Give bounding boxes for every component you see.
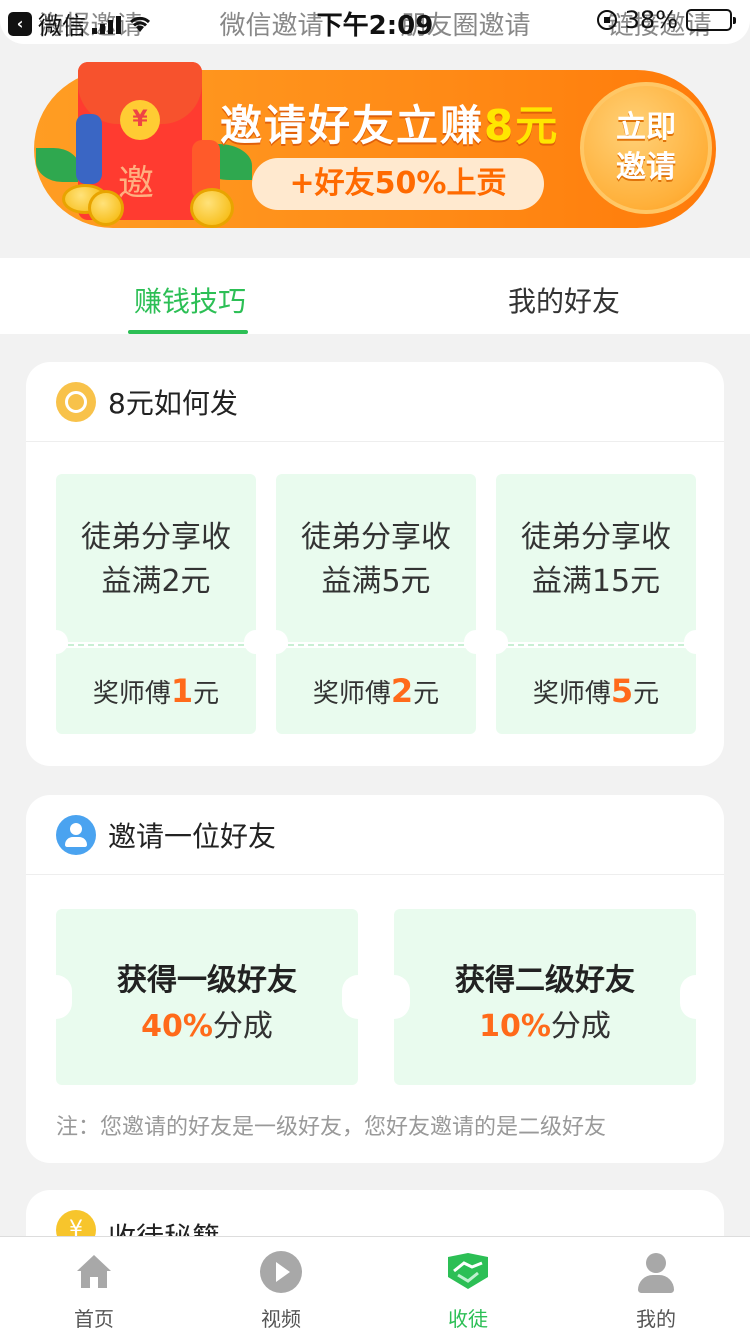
user-icon (634, 1251, 678, 1295)
ticket-condition: 徒弟分享收 益满5元 (276, 516, 476, 604)
invite-note: 注：您邀请的好友是一级好友，您好友邀请的是二级好友 (56, 1115, 607, 1140)
invite-banner[interactable]: ¥ 邀 邀请好友立赚8元 +好友50%上贡 立即 邀请 (30, 62, 718, 234)
reward-amount: 1 (170, 672, 194, 710)
ticket-divider (288, 644, 464, 646)
ticket-condition-line1: 徒弟分享收 (521, 520, 671, 555)
payout-ticket: 徒弟分享收 益满2元 奖师傅1元 (44, 474, 268, 734)
ticket-condition-line1: 徒弟分享收 (81, 520, 231, 555)
invite-now-line1: 立即 (616, 110, 676, 145)
banner-title: 邀请好友立赚8元 (220, 92, 559, 153)
tab-my-friends[interactable]: 我的好友 (508, 280, 620, 320)
tab-earning-tips[interactable]: 赚钱技巧 (134, 280, 246, 320)
card-header: 邀请一位好友 (26, 795, 724, 875)
person-illustration (76, 114, 102, 184)
ticket-reward: 奖师傅5元 (496, 672, 696, 710)
nav-home[interactable]: 首页 (34, 1251, 154, 1332)
card-title: 邀请一位好友 (108, 820, 277, 853)
ticket-notch (484, 630, 508, 654)
bottom-navigation: 首页 视频 收徒 我的 (0, 1236, 750, 1334)
battery-icon (686, 9, 736, 31)
invite-friend-card: 邀请一位好友 获得一级好友 40%分成 获得二级好友 10%分成 注：您邀请的好… (26, 795, 724, 1163)
coin-badge-icon (56, 382, 96, 422)
share-suffix: 分成 (550, 1009, 611, 1044)
ticket-divider (68, 644, 244, 646)
share-percent: 10% (479, 1009, 551, 1044)
coin-icon (190, 188, 234, 228)
reward-prefix: 奖师傅 (532, 679, 611, 709)
ticket-reward: 奖师傅2元 (276, 672, 476, 710)
nav-label: 收徒 (448, 1307, 488, 1331)
ticket-share: 40%分成 (56, 1001, 358, 1045)
reward-unit: 元 (413, 679, 440, 709)
ticket-notch (684, 630, 708, 654)
nav-apprentice[interactable]: 收徒 (408, 1251, 528, 1332)
ticket-notch (44, 630, 68, 654)
banner-subtitle: +好友50%上贡 (252, 158, 544, 210)
first-level-ticket: 获得一级好友 40%分成 (56, 909, 358, 1085)
ticket-condition: 徒弟分享收 益满2元 (56, 516, 256, 604)
share-percent: 40% (141, 1009, 213, 1044)
reward-amount: 5 (610, 672, 634, 710)
active-tab-indicator (128, 330, 248, 334)
ticket-title: 获得二级好友 (455, 963, 635, 998)
second-level-ticket: 获得二级好友 10%分成 (394, 909, 696, 1085)
reward-prefix: 奖师傅 (92, 679, 171, 709)
ticket-title: 获得一级好友 (117, 963, 297, 998)
nav-label: 首页 (74, 1307, 114, 1331)
banner-title-amount: 8元 (484, 101, 560, 150)
ticket-condition: 徒弟分享收 益满15元 (496, 516, 696, 604)
coin-icon (88, 190, 124, 226)
share-suffix: 分成 (212, 1009, 273, 1044)
ticket-condition-line2: 益满15元 (531, 564, 661, 599)
battery-percent: 38% (624, 6, 678, 34)
nav-mine[interactable]: 我的 (596, 1251, 716, 1332)
card-title: 8元如何发 (108, 387, 238, 420)
status-right: 38% (596, 6, 736, 34)
invite-tickets: 获得一级好友 40%分成 获得二级好友 10%分成 (56, 909, 696, 1085)
reward-prefix: 奖师傅 (312, 679, 391, 709)
reward-unit: 元 (633, 679, 660, 709)
orientation-lock-icon (596, 10, 617, 30)
payout-ticket: 徒弟分享收 益满5元 奖师傅2元 (264, 474, 488, 734)
ticket-condition-line2: 益满2元 (101, 564, 211, 599)
ticket-condition-line1: 徒弟分享收 (301, 520, 451, 555)
ticket-reward: 奖师傅1元 (56, 672, 256, 710)
envelope-seal: ¥ (120, 100, 160, 140)
payout-card: 8元如何发 徒弟分享收 益满2元 奖师傅1元 徒弟分享收 益满5元 奖师傅2元 … (26, 362, 724, 766)
reward-amount: 2 (390, 672, 414, 710)
status-bar: ‹ 微信 下午2:09 38% (0, 0, 750, 41)
nav-video[interactable]: 视频 (221, 1251, 341, 1332)
invite-now-button[interactable]: 立即 邀请 (580, 82, 712, 214)
ticket-divider (508, 644, 684, 646)
nav-label: 视频 (261, 1307, 301, 1331)
content-tabs: 赚钱技巧 我的好友 (0, 258, 750, 334)
home-icon (72, 1251, 116, 1295)
invite-now-line2: 邀请 (616, 150, 676, 185)
ticket-notch (264, 630, 288, 654)
envelope-character: 邀 (118, 163, 155, 204)
ticket-share: 10%分成 (394, 1001, 696, 1045)
payout-ticket: 徒弟分享收 益满15元 奖师傅5元 (484, 474, 708, 734)
user-badge-icon (56, 815, 96, 855)
play-icon (259, 1251, 303, 1295)
handshake-icon (446, 1251, 490, 1295)
ticket-condition-line2: 益满5元 (321, 564, 431, 599)
reward-unit: 元 (193, 679, 220, 709)
banner-title-main: 邀请好友立赚 (220, 101, 485, 150)
payout-tickets: 徒弟分享收 益满2元 奖师傅1元 徒弟分享收 益满5元 奖师傅2元 徒弟分享收 … (44, 474, 708, 734)
nav-label: 我的 (636, 1307, 676, 1331)
card-header: 8元如何发 (26, 362, 724, 442)
